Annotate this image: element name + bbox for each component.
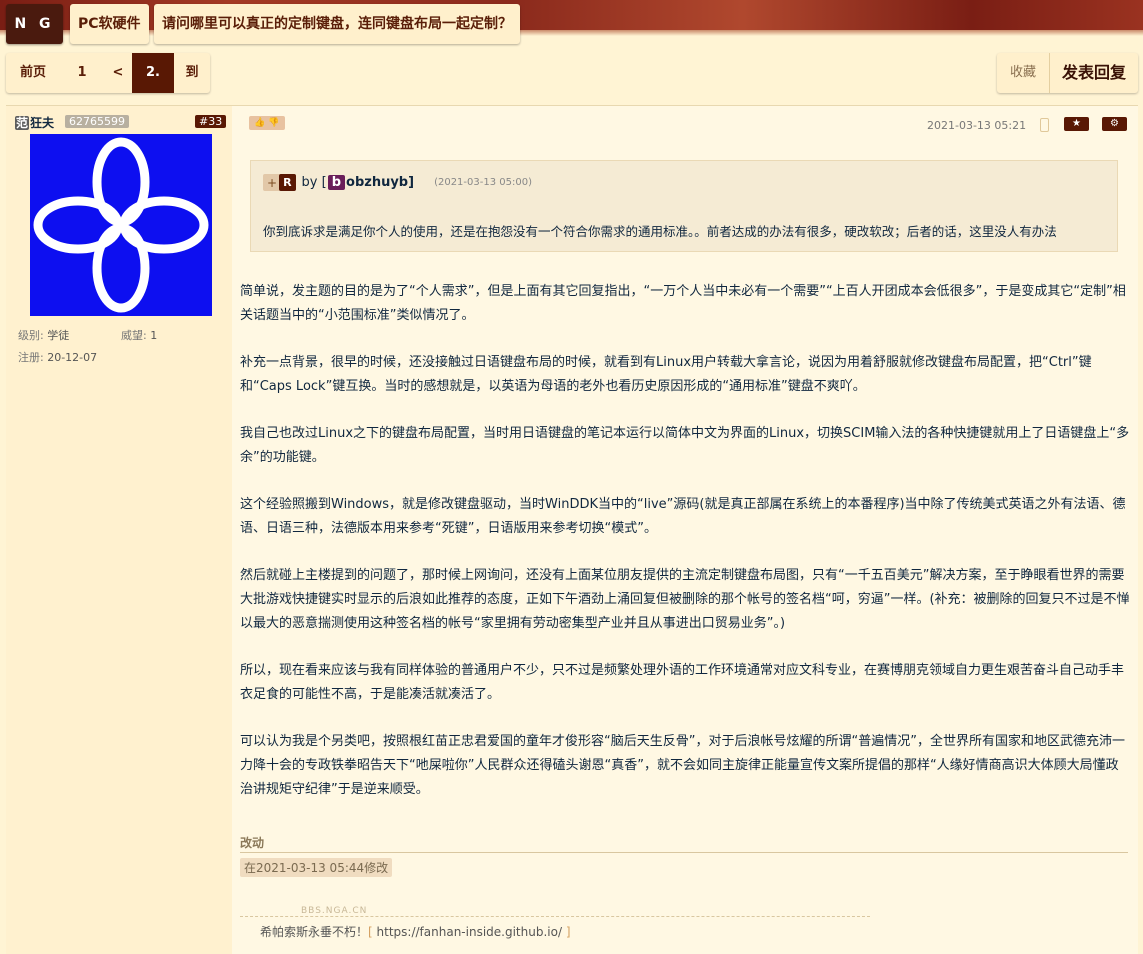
current-page: 2. xyxy=(132,53,174,93)
edit-time: 在2021-03-13 05:44修改 xyxy=(240,858,393,877)
post-paragraph: 补充一点背景，很早的时候，还没接触过日语键盘布局的时候，就看到有Linux用户转… xyxy=(240,355,1092,394)
reply-button[interactable]: 发表回复 xyxy=(1050,53,1138,93)
watermark: BBS.NGA.CN xyxy=(301,906,368,916)
favorite-button[interactable]: 收藏 xyxy=(997,53,1050,93)
floor-number[interactable]: #33 xyxy=(195,115,227,128)
quote-block: + R by [ b obzhuyb] (2021-03-13 05:00) 你到… xyxy=(250,160,1118,252)
post-paragraph: 所以，现在看来应该与我有同样体验的普通用户不少，只不过是频繁处理外语的工作环境通… xyxy=(240,663,1125,702)
nga-logo[interactable]: N G A xyxy=(6,4,63,72)
quote-author-initial[interactable]: b xyxy=(327,175,346,190)
user-tag: 范 xyxy=(15,116,30,130)
signature-bracket-close: ] xyxy=(565,925,571,939)
post-paragraph: 然后就碰上主楼提到的问题了，那时候上网询问，还没有上面某位朋友提供的主流定制键盘… xyxy=(240,568,1130,631)
page-1-button[interactable]: 1 xyxy=(60,53,104,93)
back-page-button[interactable]: < xyxy=(104,53,132,93)
post-paragraph: 我自己也改过Linux之下的键盘布局配置，当时用日语键盘的笔记本运行以简体中文为… xyxy=(240,426,1130,465)
post-paragraph: 可以认为我是个另类吧，按照根红苗正忠君爱国的童年才俊形容“脑后天生反骨”，对于后… xyxy=(240,734,1125,797)
expand-icon: + xyxy=(267,175,278,190)
signature-divider xyxy=(240,916,870,917)
signature-text: 希帕索斯永垂不朽！ xyxy=(260,925,369,939)
prev-page-button[interactable]: 前页 xyxy=(6,53,60,93)
username-text: 狂夫 xyxy=(30,116,55,130)
reply-badge[interactable]: + R xyxy=(263,174,296,191)
edit-label: 改动 xyxy=(240,836,265,850)
post-33: 范狂夫 62765599 #33 级别: 学徒 威望: 1 注册: 20-12-… xyxy=(6,105,1138,954)
thread-actions: 收藏 发表回复 xyxy=(997,53,1138,93)
username[interactable]: 范狂夫 xyxy=(15,114,54,131)
signature-bracket-open: [ xyxy=(368,925,373,939)
pagination: 前页 1 < 2. 到 xyxy=(6,53,210,93)
gear-button[interactable]: ⚙ xyxy=(1102,117,1127,131)
post-paragraph: 简单说，发主题的目的是为了“个人需求”，但是上面有其它回复指出，“一万个人当中未… xyxy=(240,284,1126,323)
breadcrumb-thread-title[interactable]: 请问哪里可以真正的定制键盘，连同键盘布局一起定制？ xyxy=(154,4,520,44)
vote-buttons[interactable]: 👍 👎 xyxy=(249,116,285,130)
clover-avatar-icon xyxy=(33,137,209,313)
user-reputation: 威望: 1 xyxy=(121,329,158,342)
star-button[interactable]: ★ xyxy=(1064,117,1089,131)
post-body: 简单说，发主题的目的是为了“个人需求”，但是上面有其它回复指出，“一万个人当中未… xyxy=(240,280,1130,825)
signature-link[interactable]: https://fanhan-inside.github.io/ xyxy=(377,925,562,939)
goto-page-button[interactable]: 到 xyxy=(174,53,210,93)
quote-author[interactable]: obzhuyb] xyxy=(346,175,414,190)
quote-by: by [ xyxy=(301,175,327,190)
quote-header: + R by [ b obzhuyb] (2021-03-13 05:00) xyxy=(263,174,532,191)
user-register-date: 注册: 20-12-07 xyxy=(18,351,98,364)
user-id[interactable]: 62765599 xyxy=(65,115,129,128)
avatar xyxy=(30,134,212,316)
user-panel: 范狂夫 62765599 #33 级别: 学徒 威望: 1 注册: 20-12-… xyxy=(6,106,232,954)
breadcrumb-forum[interactable]: PC软硬件 xyxy=(70,4,149,44)
user-level: 级别: 学徒 xyxy=(18,329,70,342)
mobile-icon xyxy=(1040,118,1049,132)
edit-divider xyxy=(240,852,1128,853)
reply-icon: R xyxy=(279,174,296,191)
quote-text: 你到底诉求是满足你个人的使用，还是在抱怨没有一个符合你需求的通用标准。。前者达成… xyxy=(263,224,1057,239)
signature: 希帕索斯永垂不朽！[ https://fanhan-inside.github.… xyxy=(260,923,571,940)
post-time: 2021-03-13 05:21 xyxy=(927,119,1027,132)
post-paragraph: 这个经验照搬到Windows，就是修改键盘驱动，当时WinDDK当中的“live… xyxy=(240,497,1126,536)
quote-time: (2021-03-13 05:00) xyxy=(434,177,532,188)
